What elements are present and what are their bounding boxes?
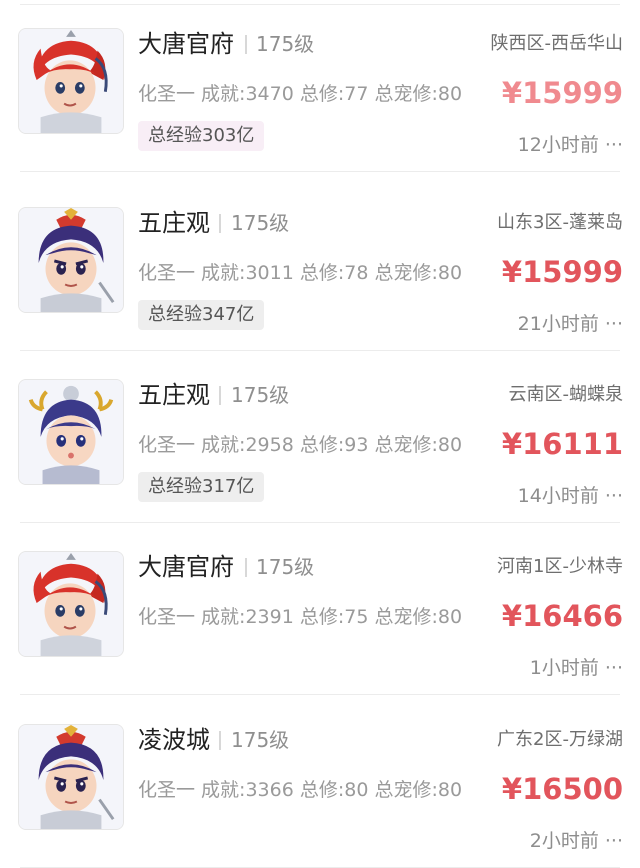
child-warrior-avatar-icon[interactable] (18, 379, 124, 485)
listing-card[interactable]: 大唐官府 175级 陕西区-西岳华山 化圣一 成就:3470 总修:77 总宠修… (0, 0, 640, 172)
stats-text: 化圣一 成就:3011 总修:78 总宠修:80 (138, 262, 463, 284)
server-name: 山东3区-蓬莱岛 (497, 212, 623, 233)
stats-text: 化圣一 成就:3470 总修:77 总宠修:80 (138, 83, 463, 105)
price: ¥16111 (501, 427, 623, 461)
divider (245, 558, 247, 577)
level-label: 175级 (231, 728, 290, 752)
listing-card[interactable]: 凌波城 175级 广东2区-万绿湖 化圣一 成就:3366 总修:80 总宠修:… (0, 696, 640, 868)
stats-text: 化圣一 成就:2391 总修:75 总宠修:80 (138, 606, 463, 628)
listing-card[interactable]: 大唐官府 175级 河南1区-少林寺 化圣一 成就:2391 总修:75 总宠修… (0, 523, 640, 695)
level-label: 175级 (231, 211, 290, 235)
price: ¥16500 (501, 772, 623, 806)
divider (219, 386, 221, 405)
listing-card[interactable]: 五庄观 175级 云南区-蝴蝶泉 化圣一 成就:2958 总修:93 总宠修:8… (0, 351, 640, 523)
server-name: 河南1区-少林寺 (497, 556, 623, 577)
server-name: 陕西区-西岳华山 (490, 33, 624, 54)
listing-card[interactable]: 五庄观 175级 山东3区-蓬莱岛 化圣一 成就:3011 总修:78 总宠修:… (0, 179, 640, 351)
level-label: 175级 (256, 32, 315, 56)
purple-hair-warrior-avatar-icon[interactable] (18, 207, 124, 313)
experience-badge: 总经验303亿 (138, 121, 265, 151)
purple-hair-warrior-avatar-icon[interactable] (18, 724, 124, 830)
faction-name: 五庄观 (138, 209, 210, 237)
stats-text: 化圣一 成就:3366 总修:80 总宠修:80 (138, 779, 463, 801)
experience-badge: 总经验347亿 (138, 300, 265, 330)
price: ¥16466 (501, 599, 623, 633)
server-name: 云南区-蝴蝶泉 (508, 384, 624, 405)
red-hair-warrior-avatar-icon[interactable] (18, 551, 124, 657)
experience-badge: 总经验317亿 (138, 472, 265, 502)
faction-name: 五庄观 (138, 381, 210, 409)
divider (245, 35, 247, 54)
time-posted[interactable]: 21小时前 ··· (518, 310, 623, 338)
faction-name: 大唐官府 (138, 30, 234, 58)
price: ¥15999 (501, 76, 623, 110)
faction-name: 大唐官府 (138, 553, 234, 581)
time-posted[interactable]: 1小时前 ··· (530, 654, 623, 682)
time-posted[interactable]: 2小时前 ··· (530, 827, 623, 855)
level-label: 175级 (231, 383, 290, 407)
time-posted[interactable]: 12小时前 ··· (518, 131, 623, 159)
red-hair-warrior-avatar-icon[interactable] (18, 28, 124, 134)
divider (219, 214, 221, 233)
server-name: 广东2区-万绿湖 (497, 729, 623, 750)
listing-list: 大唐官府 175级 陕西区-西岳华山 化圣一 成就:3470 总修:77 总宠修… (0, 0, 640, 868)
stats-text: 化圣一 成就:2958 总修:93 总宠修:80 (138, 434, 463, 456)
price: ¥15999 (501, 255, 623, 289)
divider (219, 731, 221, 750)
level-label: 175级 (256, 555, 315, 579)
time-posted[interactable]: 14小时前 ··· (518, 482, 623, 510)
faction-name: 凌波城 (138, 726, 210, 754)
